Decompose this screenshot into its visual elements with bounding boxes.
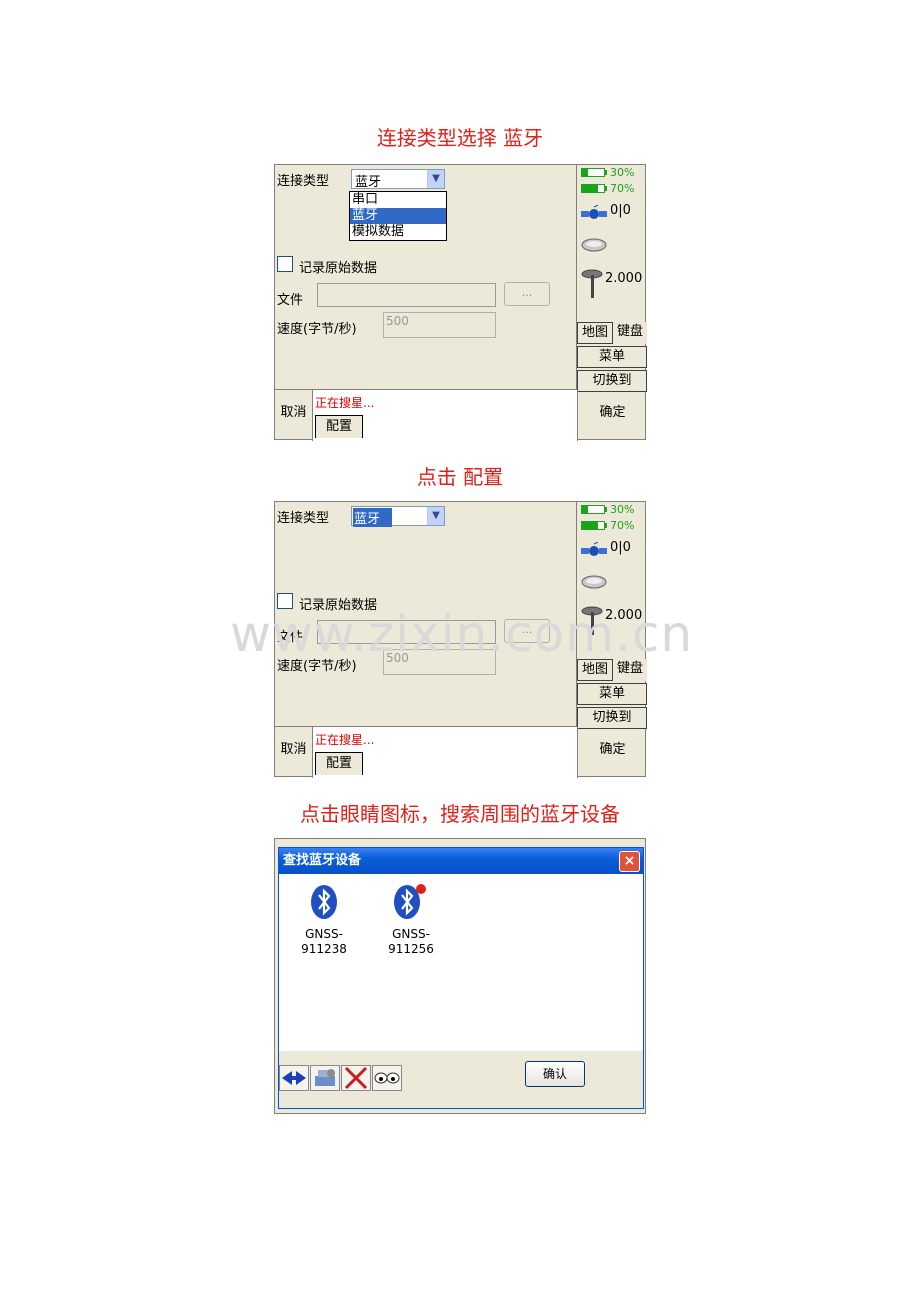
conn-type-label: 连接类型 — [277, 174, 330, 189]
config-panel: 连接类型 蓝牙 ▼ 串口 蓝牙 模拟数据 记录原始数据 文件 ... 速度(字节… — [275, 165, 577, 390]
ok-button[interactable]: 确定 — [577, 390, 647, 441]
solution-status-icon — [581, 238, 607, 252]
speed-field[interactable]: 500 — [383, 312, 496, 338]
battery-icon — [581, 184, 607, 193]
settings-icon[interactable] — [310, 1065, 340, 1091]
confirm-button[interactable]: 确认 — [525, 1061, 585, 1087]
status-text: 正在搜星... — [315, 733, 375, 747]
battery-icon — [581, 168, 607, 177]
antenna-pole-icon — [581, 269, 603, 298]
conn-type-dropdown[interactable]: 串口 蓝牙 模拟数据 — [349, 191, 447, 241]
battery2-text: 70% — [610, 182, 635, 195]
conn-type-value: 蓝牙 — [353, 508, 393, 527]
caption-search-bt: 点击眼睛图标，搜索周围的蓝牙设备 — [300, 802, 620, 826]
dialog-title: 查找蓝牙设备 — [279, 848, 643, 874]
screenshot-3: 查找蓝牙设备 × GNSS- 911238 GNSS- 911256 确认 — [274, 838, 646, 1114]
bluetooth-icon — [394, 884, 426, 919]
option-bluetooth[interactable]: 蓝牙 — [350, 208, 446, 224]
bt-device-2[interactable]: GNSS- 911256 — [376, 884, 446, 957]
menu-button[interactable]: 菜单 — [577, 683, 647, 705]
browse-button[interactable]: ... — [504, 282, 550, 306]
file-label: 文件 — [277, 293, 304, 308]
tab-config[interactable]: 配置 — [315, 415, 363, 438]
satellite-icon — [581, 205, 607, 219]
file-field[interactable] — [317, 283, 496, 307]
connect-icon[interactable] — [279, 1065, 309, 1091]
solution-status-icon — [581, 575, 607, 589]
chevron-down-icon[interactable]: ▼ — [427, 170, 444, 188]
record-raw-checkbox[interactable] — [277, 256, 293, 272]
antenna-height: 2.000 — [605, 271, 643, 286]
bluetooth-icon — [311, 885, 337, 919]
speed-label: 速度(字节/秒) — [277, 322, 357, 337]
device-name: GNSS- 911256 — [388, 927, 434, 956]
caption-conn-type: 连接类型选择 蓝牙 — [376, 126, 544, 150]
delete-icon[interactable] — [341, 1065, 371, 1091]
option-simulated[interactable]: 模拟数据 — [350, 224, 446, 240]
battery2-text: 70% — [610, 519, 635, 532]
cancel-button[interactable]: 取消 — [275, 727, 313, 778]
cancel-button[interactable]: 取消 — [275, 390, 313, 441]
option-serial[interactable]: 串口 — [350, 192, 446, 208]
conn-type-value: 蓝牙 — [355, 175, 382, 190]
status-text: 正在搜星... — [315, 396, 375, 410]
menu-button[interactable]: 菜单 — [577, 346, 647, 368]
conn-type-label: 连接类型 — [277, 511, 330, 526]
caption-click-config: 点击 配置 — [416, 465, 504, 489]
battery1-text: 30% — [610, 503, 635, 516]
status-sidebar: 30% 70% 0|0 2.000 地图 键盘 菜单 切换到 — [577, 165, 647, 392]
dialog-toolbar: 确认 — [279, 1051, 643, 1108]
ok-button[interactable]: 确定 — [577, 727, 647, 778]
bt-search-dialog: 查找蓝牙设备 × GNSS- 911238 GNSS- 911256 确认 — [278, 847, 644, 1109]
conn-type-select[interactable]: 蓝牙 ▼ — [351, 169, 445, 190]
watermark: www.zixin.com.cn — [230, 605, 694, 663]
chevron-down-icon[interactable]: ▼ — [427, 507, 444, 525]
connected-badge-icon — [416, 884, 426, 894]
map-button[interactable]: 地图 — [577, 322, 613, 344]
screenshot-1: 连接类型 蓝牙 ▼ 串口 蓝牙 模拟数据 记录原始数据 文件 ... 速度(字节… — [274, 164, 647, 441]
switch-button[interactable]: 切换到 — [577, 370, 647, 392]
conn-type-select[interactable]: 蓝牙 ▼ — [351, 506, 445, 527]
close-icon[interactable]: × — [619, 851, 640, 872]
keyboard-button[interactable]: 键盘 — [613, 322, 647, 344]
satellite-count: 0|0 — [610, 203, 631, 218]
battery-icon — [581, 505, 607, 514]
bottom-bar: 取消 正在搜星... 配置 确定 — [275, 390, 647, 441]
status-area: 正在搜星... 配置 — [313, 390, 577, 441]
satellite-icon — [581, 542, 607, 556]
battery-icon — [581, 521, 607, 530]
bt-device-1[interactable]: GNSS- 911238 — [289, 884, 359, 957]
device-name: GNSS- 911238 — [301, 927, 347, 956]
satellite-count: 0|0 — [610, 540, 631, 555]
bottom-bar: 取消 正在搜星... 配置 确定 — [275, 727, 647, 778]
tab-config[interactable]: 配置 — [315, 752, 363, 775]
battery1-text: 30% — [610, 166, 635, 179]
eye-icon[interactable] — [372, 1065, 402, 1091]
switch-button[interactable]: 切换到 — [577, 707, 647, 729]
record-raw-label: 记录原始数据 — [299, 261, 378, 276]
status-area: 正在搜星... 配置 — [313, 727, 577, 778]
